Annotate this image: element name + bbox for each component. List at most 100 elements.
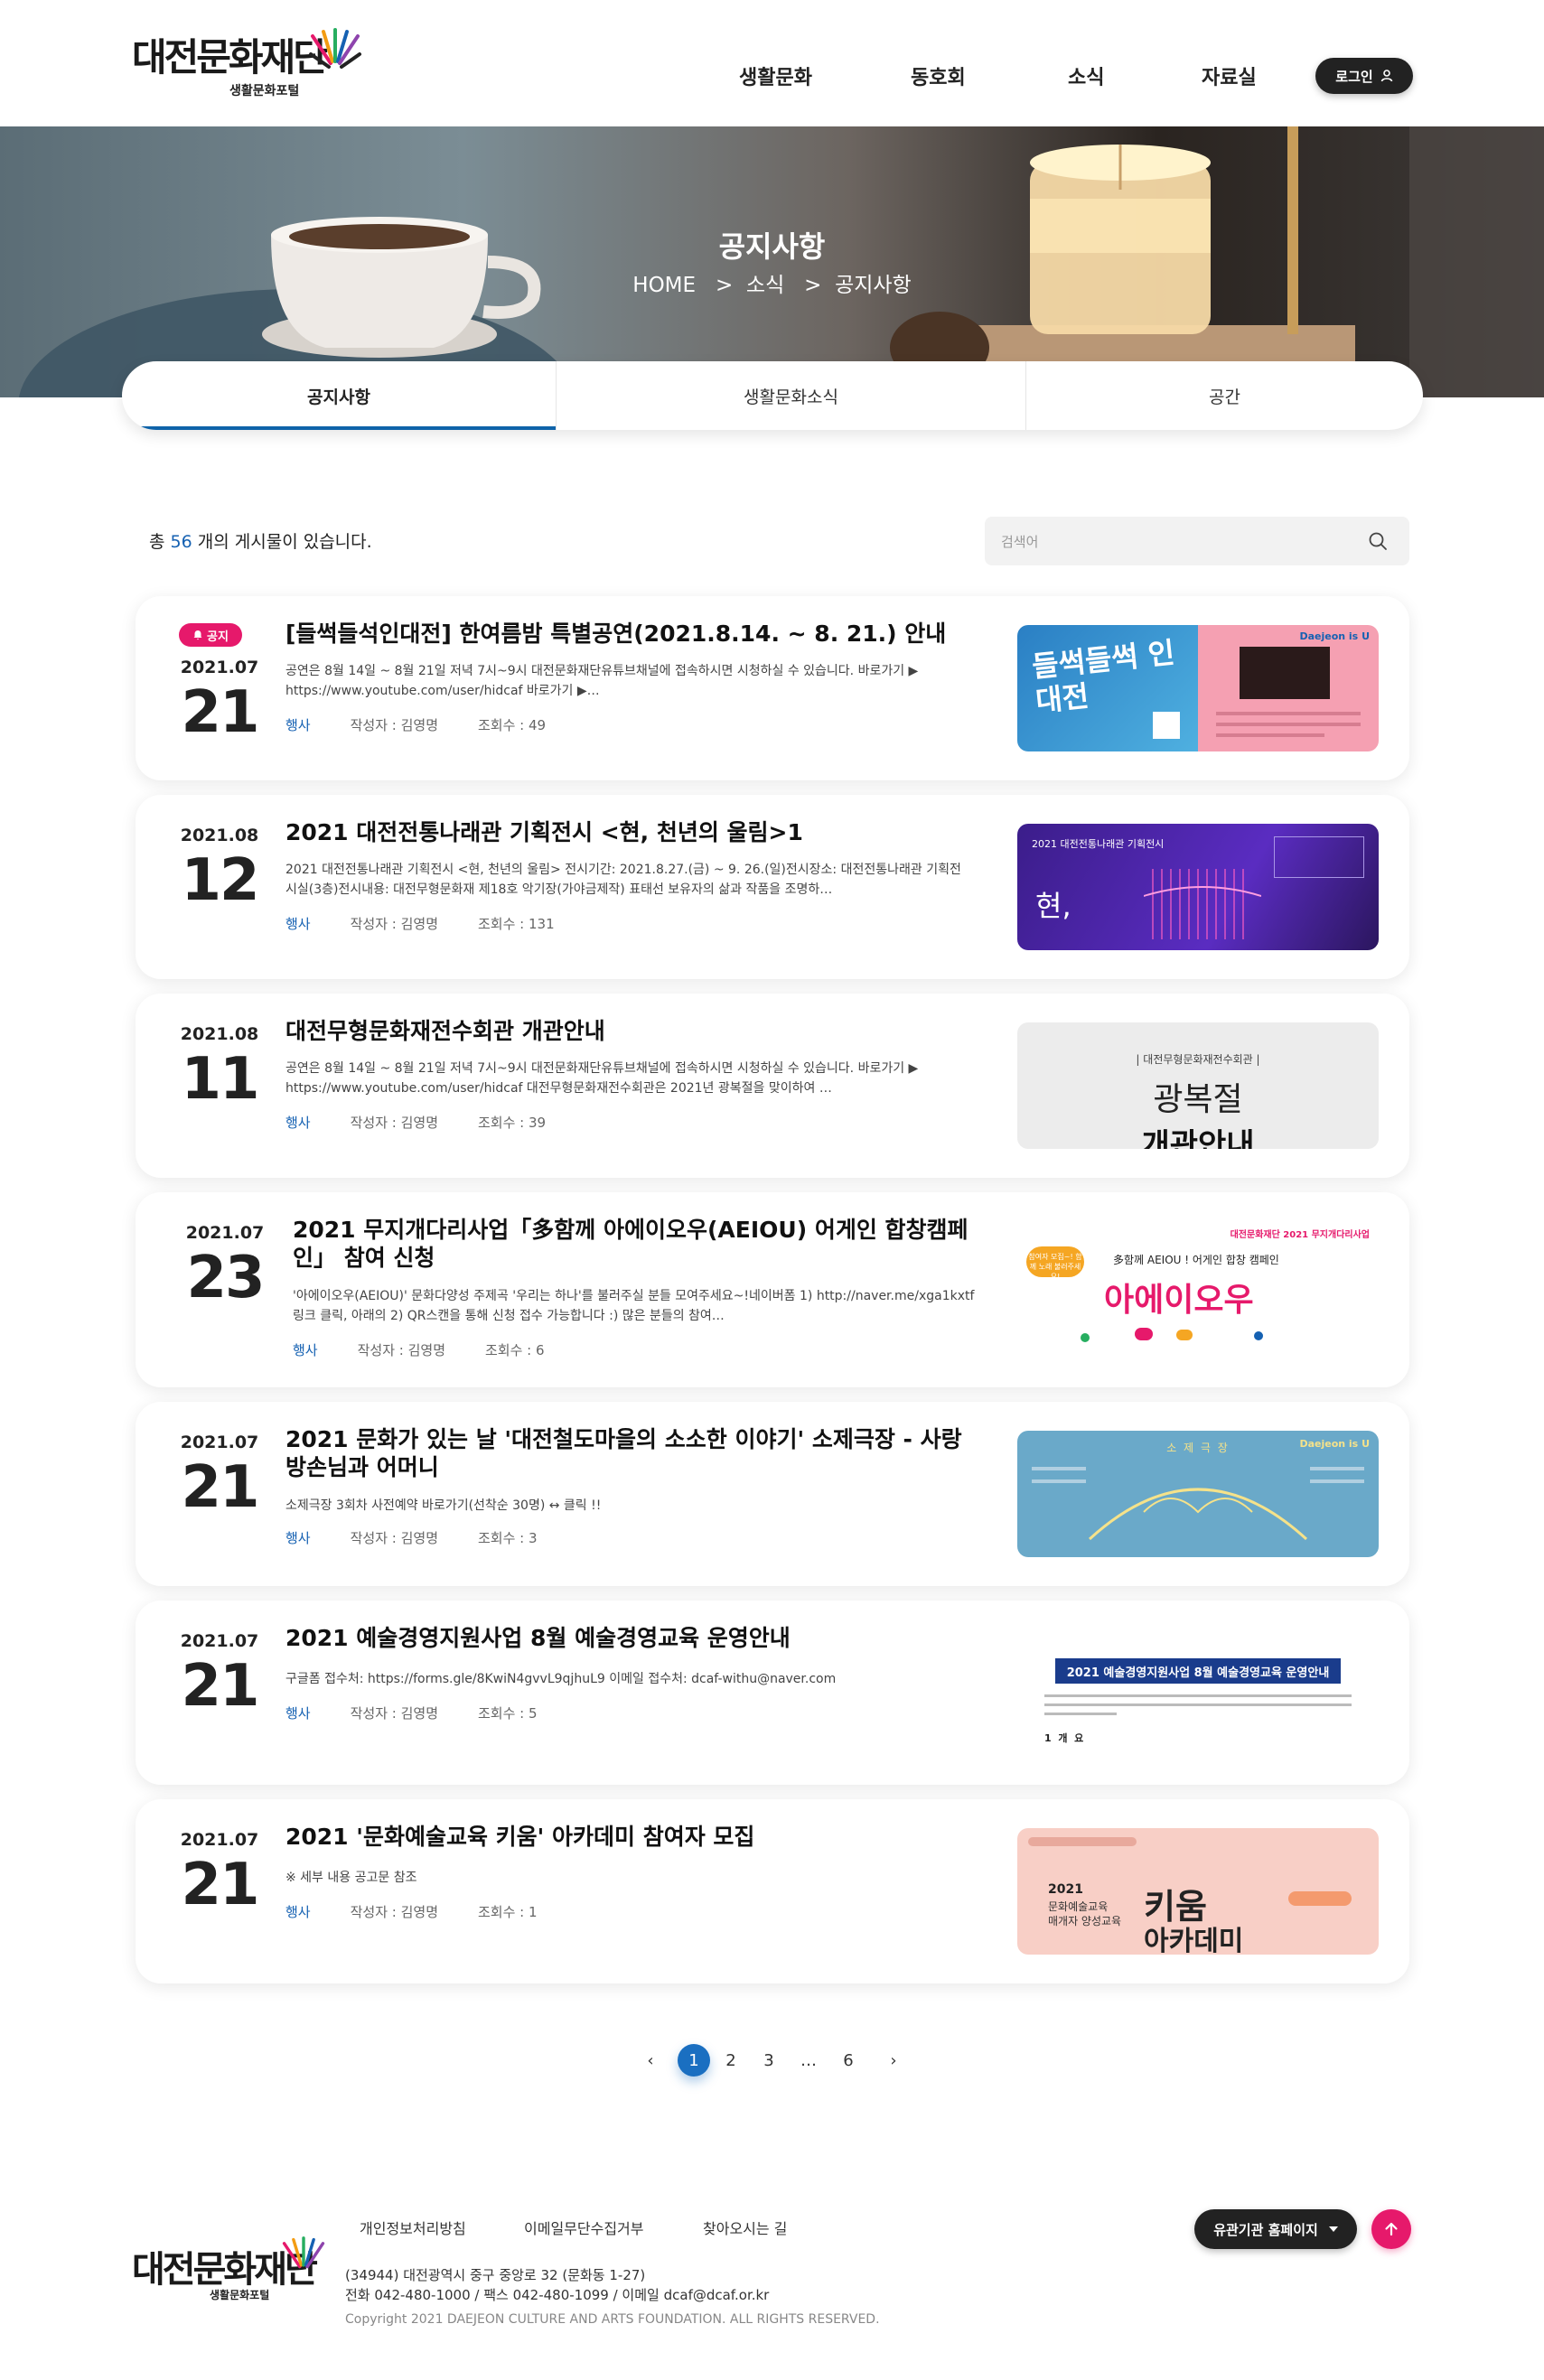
post-meta: 행사 작성자 : 김영명 조회수 : 6	[293, 1340, 545, 1359]
qr-code-icon	[1153, 712, 1180, 739]
footer-link-directions[interactable]: 찾아오시는 길	[703, 2217, 787, 2238]
sub-tabs: 공지사항 생활문화소식 공간	[122, 361, 1423, 430]
post-meta: 행사 작성자 : 김영명 조회수 : 1	[285, 1902, 538, 1921]
post-meta: 행사 작성자 : 김영명 조회수 : 39	[285, 1113, 546, 1132]
post-meta: 행사 작성자 : 김영명 조회수 : 131	[285, 914, 555, 933]
post-day: 21	[181, 1653, 259, 1720]
breadcrumb-current: 공지사항	[835, 274, 912, 297]
nav-item-life-culture[interactable]: 생활문화	[739, 61, 812, 90]
post-title[interactable]: 2021 '문화예술교육 키움' 아카데미 참여자 모집	[285, 1823, 972, 1851]
post-title[interactable]: 2021 대전전통나래관 기획전시 <현, 천년의 울림>1	[285, 818, 972, 846]
post-description: ※ 세부 내용 공고문 참조	[285, 1871, 417, 1885]
tab-life-culture-news[interactable]: 생활문화소식	[556, 361, 1025, 430]
search-placeholder: 검색어	[1001, 534, 1039, 550]
chevron-right-icon: >	[702, 274, 740, 297]
search-input[interactable]: 검색어	[985, 517, 1409, 565]
breadcrumb-home[interactable]: HOME	[632, 274, 696, 297]
post-category: 행사	[285, 1530, 311, 1546]
thumb-title: 광복절	[1153, 1081, 1243, 1118]
prev-page-button[interactable]: ‹	[634, 2044, 667, 2077]
post-title[interactable]: 대전무형문화재전수회관 개관안내	[285, 1017, 972, 1045]
thumb-title-2: 개관안내	[1141, 1127, 1255, 1149]
post-writer: 작성자 : 김영명	[350, 916, 438, 932]
post-views: 조회수 : 131	[478, 916, 555, 932]
thumb-footer: 1 개 요	[1044, 1732, 1084, 1744]
post-description: 2021 대전전통나래관 기획전시 <현, 천년의 울림> 전시기간: 2021…	[285, 863, 961, 897]
hero-banner: 공지사항 HOME > 소식 > 공지사항	[0, 126, 1544, 397]
page-title: 공지사항	[718, 229, 826, 264]
post-category: 행사	[285, 717, 311, 733]
thumb-title: 아에이오우	[1104, 1282, 1254, 1319]
list-item[interactable]: 2021.07 23 2021 무지개다리사업「多함께 아에이오우(AEIOU)…	[136, 1192, 1409, 1387]
post-thumbnail[interactable]: | 대전무형문화재전수회관 | 광복절 개관안내	[1017, 1022, 1379, 1149]
tab-notice[interactable]: 공지사항	[122, 361, 556, 430]
post-day: 21	[181, 1454, 259, 1521]
site-logo[interactable]: 대전문화재단 생활문화포털	[132, 27, 367, 108]
thumb-title: 들썩들썩 인 대전	[1030, 635, 1176, 719]
post-description: 공연은 8월 14일 ~ 8월 21일 저녁 7시~9시 대전문화재단유튜브채널…	[285, 664, 919, 698]
heart-line-graphic	[1088, 1488, 1308, 1541]
post-writer: 작성자 : 김영명	[350, 1904, 438, 1920]
page-1[interactable]: 1	[678, 2044, 710, 2077]
post-thumbnail[interactable]: 들썩들썩 인 대전 Daejeon is U	[1017, 625, 1379, 751]
breadcrumb-news[interactable]: 소식	[746, 274, 784, 297]
harp-strings-graphic	[1144, 869, 1261, 939]
list-item[interactable]: 2021.08 11 대전무형문화재전수회관 개관안내 공연은 8월 14일 ~…	[136, 994, 1409, 1178]
list-item[interactable]: 2021.07 21 2021 문화가 있는 날 '대전철도마을의 소소한 이야…	[136, 1402, 1409, 1586]
list-item[interactable]: 2021.07 21 2021 예술경영지원사업 8월 예술경영교육 운영안내 …	[136, 1601, 1409, 1785]
post-year-month: 2021.07	[185, 1223, 265, 1243]
post-title[interactable]: 2021 무지개다리사업「多함께 아에이오우(AEIOU) 어게인 합창캠페인」…	[293, 1216, 970, 1272]
nav-item-club[interactable]: 동호회	[911, 61, 966, 90]
thumb-caption-2: 문화예술교육	[1048, 1900, 1109, 1913]
breadcrumb: HOME > 소식 > 공지사항	[0, 267, 1544, 298]
thumb-caption: | 대전무형문화재전수회관 |	[1136, 1053, 1260, 1066]
post-writer: 작성자 : 김영명	[350, 1705, 438, 1722]
post-writer: 작성자 : 김영명	[350, 1115, 438, 1131]
post-day: 21	[181, 1852, 259, 1918]
list-item[interactable]: 2021.08 12 2021 대전전통나래관 기획전시 <현, 천년의 울림>…	[136, 795, 1409, 979]
related-sites-label: 유관기관 홈페이지	[1213, 2221, 1318, 2238]
page-2[interactable]: 2	[715, 2044, 747, 2077]
caret-down-icon	[1328, 2226, 1338, 2232]
footer-copyright: Copyright 2021 DAEJEON CULTURE AND ARTS …	[345, 2312, 880, 2327]
post-meta: 행사 작성자 : 김영명 조회수 : 3	[285, 1528, 538, 1547]
post-title[interactable]: [들썩들석인대전] 한여름밤 특별공연(2021.8.14. ~ 8. 21.)…	[285, 620, 972, 648]
footer-link-email-refusal[interactable]: 이메일무단수집거부	[524, 2217, 643, 2238]
post-meta: 행사 작성자 : 김영명 조회수 : 5	[285, 1703, 538, 1722]
post-thumbnail[interactable]: 2021 문화예술교육 매개자 양성교육 키움 아카데미	[1017, 1828, 1379, 1955]
thumb-caption-3: 매개자 양성교육	[1048, 1915, 1122, 1927]
post-description: 공연은 8월 14일 ~ 8월 21일 저녁 7시~9시 대전문화재단유튜브채널…	[285, 1061, 919, 1096]
post-year-month: 2021.07	[180, 1631, 259, 1651]
search-icon[interactable]	[1368, 531, 1388, 551]
logo-title: 대전문화재단	[132, 35, 328, 79]
post-year-month: 2021.08	[180, 1024, 259, 1044]
post-category: 행사	[285, 1904, 311, 1920]
post-views: 조회수 : 1	[478, 1904, 538, 1920]
page-3[interactable]: 3	[753, 2044, 785, 2077]
thumb-caption: 多함께 AEIOU ! 어게인 합창 캠페인	[1113, 1254, 1279, 1266]
related-sites-dropdown[interactable]: 유관기관 홈페이지	[1194, 2209, 1357, 2249]
nav-item-news[interactable]: 소식	[1068, 61, 1104, 90]
footer-link-privacy[interactable]: 개인정보처리방침	[360, 2217, 466, 2238]
nav-item-archive[interactable]: 자료실	[1202, 61, 1257, 90]
post-thumbnail[interactable]: 2021 대전전통나래관 기획전시 현,	[1017, 824, 1379, 950]
post-title[interactable]: 2021 문화가 있는 날 '대전철도마을의 소소한 이야기' 소제극장 - 사…	[285, 1425, 972, 1481]
login-button[interactable]: 로그인	[1315, 58, 1413, 94]
post-description: '아에이오우(AEIOU)' 문화다양성 주제곡 '우리는 하나'를 불러주실 …	[293, 1289, 975, 1323]
post-title[interactable]: 2021 예술경영지원사업 8월 예술경영교육 운영안내	[285, 1624, 972, 1652]
post-thumbnail[interactable]: 2021 예술경영지원사업 8월 예술경영교육 운영안내 1 개 요	[1017, 1629, 1379, 1756]
post-thumbnail[interactable]: 대전문화재단 2021 무지개다리사업 참여자 모집~! 함께 노래 불러주세요…	[1017, 1227, 1379, 1353]
next-page-button[interactable]: ›	[877, 2044, 910, 2077]
post-writer: 작성자 : 김영명	[350, 717, 438, 733]
post-views: 조회수 : 5	[478, 1705, 538, 1722]
list-item[interactable]: 2021.07 21 2021 '문화예술교육 키움' 아카데미 참여자 모집 …	[136, 1799, 1409, 1983]
scroll-top-button[interactable]	[1371, 2209, 1411, 2249]
tab-space[interactable]: 공간	[1025, 361, 1423, 430]
page-6[interactable]: 6	[832, 2044, 865, 2077]
logo-subtitle: 생활문화포털	[229, 84, 300, 98]
post-writer: 작성자 : 김영명	[357, 1342, 445, 1358]
thumb-caption: 2021	[1048, 1882, 1083, 1897]
page-ellipsis: …	[800, 2050, 817, 2070]
post-thumbnail[interactable]: 소 제 극 장 Daejeon is U	[1017, 1431, 1379, 1557]
list-item[interactable]: 공지 2021.07 21 [들썩들석인대전] 한여름밤 특별공연(2021.8…	[136, 596, 1409, 780]
